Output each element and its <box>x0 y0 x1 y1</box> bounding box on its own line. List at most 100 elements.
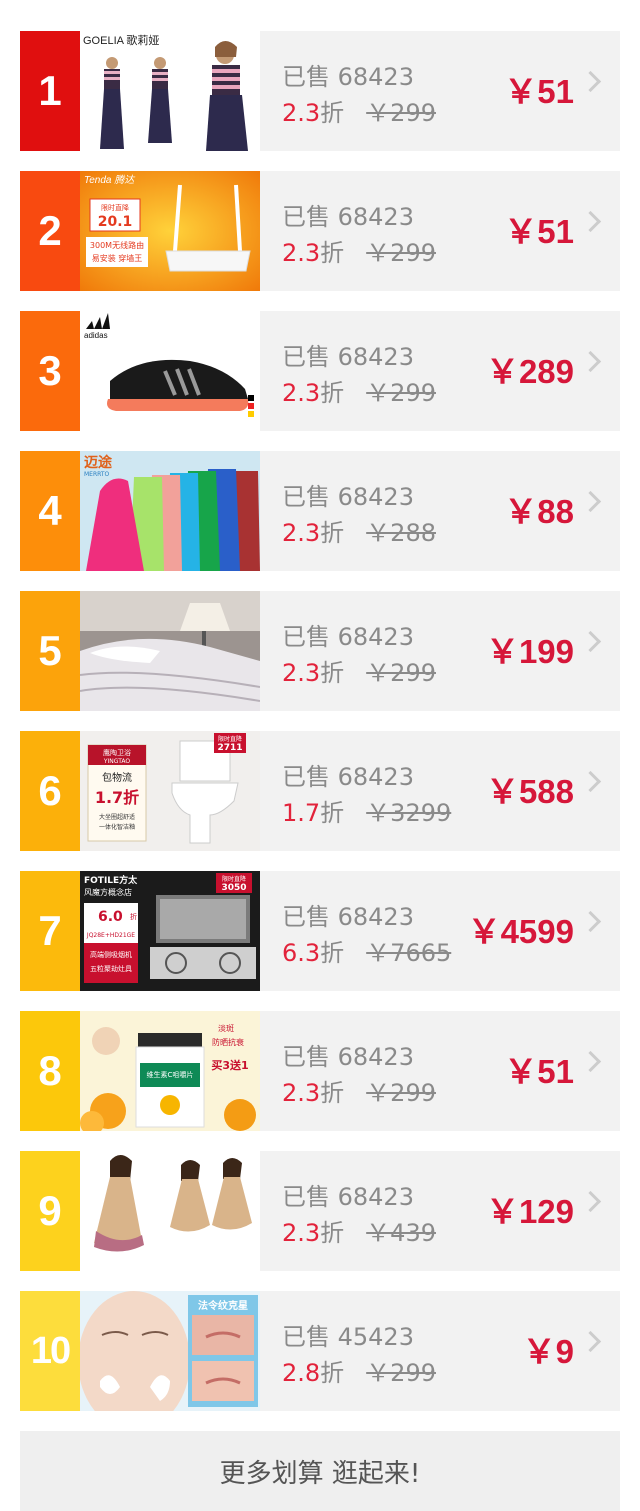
list-item[interactable]: 9 已售 68423 2.3折 ￥439 ￥129 <box>20 1151 620 1271</box>
discount-unit: 折 <box>320 239 345 267</box>
sale-price: ￥199 <box>485 633 574 670</box>
rank-badge: 9 <box>20 1151 80 1271</box>
original-price: ￥299 <box>366 659 436 687</box>
svg-text:adidas: adidas <box>84 331 108 340</box>
product-image-bedding[interactable] <box>80 591 260 711</box>
product-image-vitamin-c[interactable]: 维生素C咀嚼片 淡斑 防晒抗衰 买3送1 <box>80 1011 260 1131</box>
rank-badge: 4 <box>20 451 80 571</box>
svg-text:300M无线路由: 300M无线路由 <box>90 240 144 250</box>
svg-text:限时直降: 限时直降 <box>218 735 242 743</box>
product-image-lace-dress[interactable] <box>80 1151 260 1271</box>
rank-badge: 8 <box>20 1011 80 1131</box>
product-image-jackets[interactable]: 迈途 MERRTO <box>80 451 260 571</box>
discount-rate: 1.7 <box>282 799 321 827</box>
discount-rate: 2.3 <box>282 99 321 127</box>
svg-text:鹰陶卫浴: 鹰陶卫浴 <box>103 748 131 757</box>
sale-price: ￥588 <box>485 773 574 810</box>
svg-text:易安装 穿墙王: 易安装 穿墙王 <box>92 253 143 263</box>
original-price: ￥299 <box>366 1079 436 1107</box>
discount-unit: 折 <box>320 1359 345 1387</box>
original-price: ￥288 <box>366 519 436 547</box>
original-price: ￥439 <box>366 1219 436 1247</box>
list-item[interactable]: 8 维生素C咀嚼片 淡斑 防晒抗衰 买3送1 已售 68423 2.3折 ￥299… <box>20 1011 620 1131</box>
svg-text:高端侧吸烟机: 高端侧吸烟机 <box>90 950 132 959</box>
discount-unit: 折 <box>320 799 345 827</box>
svg-text:FOTILE方太: FOTILE方太 <box>84 874 138 886</box>
original-price: ￥3299 <box>366 799 452 827</box>
ranking-list: 1 GOELIA 歌莉娅 已售 68423 2.3折 ￥299 ￥51 2 Te… <box>20 31 620 1431</box>
svg-text:包物流: 包物流 <box>102 771 132 784</box>
discount-unit: 折 <box>320 1219 345 1247</box>
sale-price: ￥51 <box>504 73 574 110</box>
svg-text:风魔方概念店: 风魔方概念店 <box>84 887 132 897</box>
discount-info: 2.3折 ￥299 <box>282 93 436 128</box>
discount-unit: 折 <box>320 99 345 127</box>
discount-rate: 2.3 <box>282 659 321 687</box>
svg-text:YINGTAO: YINGTAO <box>103 758 131 765</box>
list-item[interactable]: 6 鹰陶卫浴 YINGTAO 包物流 1.7折 大坐圈超舒适 一体化智洁釉 限时… <box>20 731 620 851</box>
svg-text:2711: 2711 <box>217 743 242 753</box>
sold-count: 已售 68423 <box>282 763 414 791</box>
svg-text:淡斑: 淡斑 <box>218 1023 234 1033</box>
sold-count: 已售 68423 <box>282 203 414 231</box>
svg-text:维生素C咀嚼片: 维生素C咀嚼片 <box>147 1070 194 1079</box>
original-price: ￥299 <box>366 1359 436 1387</box>
product-image-sneaker[interactable]: adidas <box>80 311 260 431</box>
product-image-toilet[interactable]: 鹰陶卫浴 YINGTAO 包物流 1.7折 大坐圈超舒适 一体化智洁釉 限时直降… <box>80 731 260 851</box>
svg-text:20.1: 20.1 <box>98 214 133 230</box>
rank-badge: 5 <box>20 591 80 711</box>
sale-price: ￥129 <box>485 1193 574 1230</box>
svg-text:1.7折: 1.7折 <box>95 788 139 807</box>
discount-unit: 折 <box>320 659 345 687</box>
product-image-dress[interactable]: GOELIA 歌莉娅 <box>80 31 260 151</box>
sale-price: ￥51 <box>504 213 574 250</box>
sale-price: ￥289 <box>485 353 574 390</box>
discount-info: 2.3折 ￥439 <box>282 1213 436 1248</box>
chevron-right-icon <box>579 1050 602 1073</box>
list-item[interactable]: 10 法令纹克星 已售 45423 2.8折 ￥299 ￥9 <box>20 1291 620 1411</box>
svg-text:MERRTO: MERRTO <box>84 471 110 478</box>
chevron-right-icon <box>579 350 602 373</box>
discount-info: 2.3折 ￥299 <box>282 1073 436 1108</box>
chevron-right-icon <box>579 490 602 513</box>
svg-text:迈途: 迈途 <box>84 454 113 471</box>
sold-count: 已售 68423 <box>282 623 414 651</box>
sold-count: 已售 68423 <box>282 63 414 91</box>
list-item[interactable]: 4 迈途 MERRTO 已售 68423 2.3折 ￥288 ￥88 <box>20 451 620 571</box>
discount-rate: 2.3 <box>282 1079 321 1107</box>
svg-text:限时直降: 限时直降 <box>222 875 246 883</box>
svg-text:买3送1: 买3送1 <box>211 1058 248 1072</box>
list-item[interactable]: 2 Tenda 腾达 限时直降 20.1 300M无线路由 易安装 穿墙王 已售… <box>20 171 620 291</box>
chevron-right-icon <box>579 910 602 933</box>
list-item[interactable]: 1 GOELIA 歌莉娅 已售 68423 2.3折 ￥299 ￥51 <box>20 31 620 151</box>
discount-info: 2.3折 ￥299 <box>282 653 436 688</box>
svg-text:折: 折 <box>130 912 137 921</box>
chevron-right-icon <box>579 630 602 653</box>
original-price: ￥299 <box>366 379 436 407</box>
rank-badge: 7 <box>20 871 80 991</box>
chevron-right-icon <box>579 210 602 233</box>
list-item[interactable]: 7 FOTILE方太 风魔方概念店 6.0 折 JQ28E+HD21GE 高端侧… <box>20 871 620 991</box>
svg-text:3050: 3050 <box>221 883 246 893</box>
sold-count: 已售 68423 <box>282 1183 414 1211</box>
svg-text:限时直降: 限时直降 <box>101 203 129 212</box>
chevron-right-icon <box>579 70 602 93</box>
svg-text:JQ28E+HD21GE: JQ28E+HD21GE <box>86 932 135 939</box>
brand-text: 法令纹克星 <box>198 1299 248 1312</box>
product-image-range-hood[interactable]: FOTILE方太 风魔方概念店 6.0 折 JQ28E+HD21GE 高端侧吸烟… <box>80 871 260 991</box>
list-item[interactable]: 5 已售 68423 2.3折 ￥299 ￥199 <box>20 591 620 711</box>
product-image-face-care[interactable]: 法令纹克星 <box>80 1291 260 1411</box>
discount-rate: 2.8 <box>282 1359 321 1387</box>
rank-badge: 2 <box>20 171 80 291</box>
chevron-right-icon <box>579 1330 602 1353</box>
original-price: ￥299 <box>366 239 436 267</box>
discount-unit: 折 <box>320 939 345 967</box>
discount-info: 2.3折 ￥299 <box>282 233 436 268</box>
more-deals-button[interactable]: 更多划算 逛起来! <box>20 1431 620 1511</box>
list-item[interactable]: 3 adidas 已售 68423 2.3折 ￥299 ￥289 <box>20 311 620 431</box>
sold-count: 已售 68423 <box>282 483 414 511</box>
discount-info: 2.8折 ￥299 <box>282 1353 436 1388</box>
original-price: ￥299 <box>366 99 436 127</box>
sold-count: 已售 45423 <box>282 1323 414 1351</box>
product-image-router[interactable]: Tenda 腾达 限时直降 20.1 300M无线路由 易安装 穿墙王 <box>80 171 260 291</box>
